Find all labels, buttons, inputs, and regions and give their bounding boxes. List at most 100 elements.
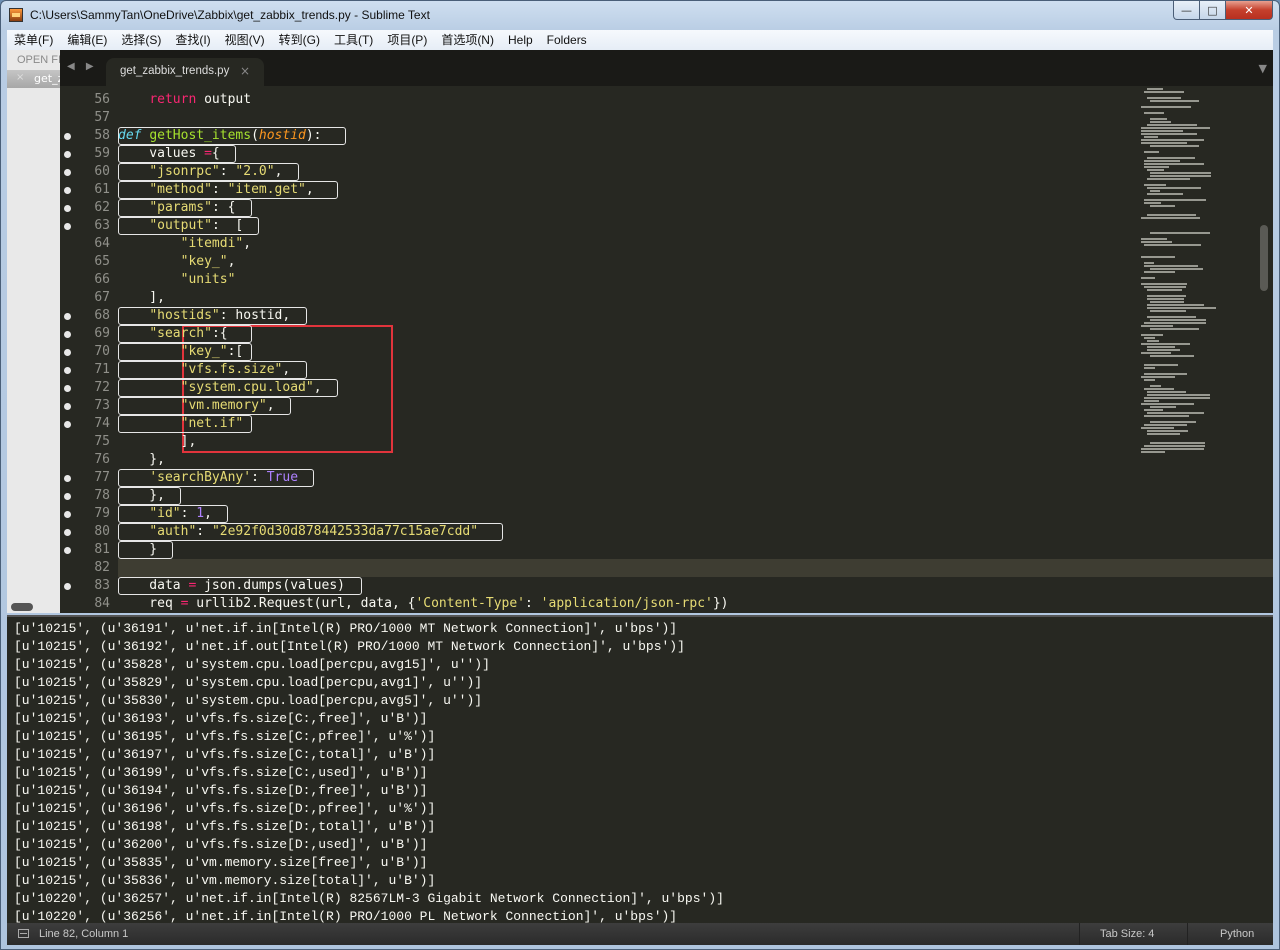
maximize-button[interactable]: □ <box>1200 1 1226 20</box>
modified-line-dot-icon <box>64 403 71 410</box>
tab-close-icon[interactable]: × <box>240 64 250 78</box>
syntax-selector[interactable]: Python <box>1187 923 1254 945</box>
panel-toggle-icon[interactable] <box>18 929 29 938</box>
bracket-match-box <box>118 199 252 217</box>
minimap-line <box>1147 298 1184 300</box>
code-line[interactable]: return output <box>118 91 251 109</box>
line-number: 78 <box>94 488 110 503</box>
minimap-line <box>1144 160 1180 162</box>
minimap-line <box>1144 184 1166 186</box>
modified-line-dot-icon <box>64 475 71 482</box>
modified-line-dot-icon <box>64 331 71 338</box>
menu-find[interactable]: 查找(I) <box>168 30 217 50</box>
menu-edit[interactable]: 编辑(E) <box>60 30 114 50</box>
modified-line-dot-icon <box>64 385 71 392</box>
console-line: [u'10215', (u'36194', u'vfs.fs.size[D:,f… <box>14 783 428 798</box>
minimize-button[interactable]: — <box>1173 1 1200 20</box>
minimap-line <box>1147 349 1180 351</box>
menu-bar: 菜单(F) 编辑(E) 选择(S) 查找(I) 视图(V) 转到(G) 工具(T… <box>7 30 1273 50</box>
minimap-line <box>1150 121 1171 123</box>
line-number: 57 <box>94 110 110 125</box>
menu-help[interactable]: Help <box>501 30 540 50</box>
minimap-line <box>1144 367 1155 369</box>
tab-dropdown-icon[interactable]: ▼ <box>1259 62 1267 75</box>
minimap-line <box>1141 127 1210 129</box>
sidebar-file-item[interactable]: × get_zabbix_trends.py <box>7 70 60 88</box>
tab-get-zabbix-trends[interactable]: get_zabbix_trends.py × <box>106 58 264 86</box>
code-line[interactable]: "key_", <box>118 253 236 271</box>
minimap-line <box>1144 424 1187 426</box>
sidebar-scrollbar[interactable] <box>11 603 33 611</box>
minimap-line <box>1150 355 1194 357</box>
minimap-line <box>1141 277 1155 279</box>
menu-tools[interactable]: 工具(T) <box>327 30 380 50</box>
line-number: 79 <box>94 506 110 521</box>
console-line: [u'10215', (u'35829', u'system.cpu.load[… <box>14 675 483 690</box>
minimap-line <box>1144 400 1159 402</box>
line-number: 81 <box>94 542 110 557</box>
line-number: 73 <box>94 398 110 413</box>
minimap-line <box>1147 124 1197 126</box>
code-line[interactable]: }, <box>118 451 165 469</box>
modified-line-dot-icon <box>64 133 71 140</box>
menu-goto[interactable]: 转到(G) <box>272 30 327 50</box>
bracket-match-box <box>118 181 338 199</box>
menu-selection[interactable]: 选择(S) <box>114 30 168 50</box>
tab-label: get_zabbix_trends.py <box>120 65 230 77</box>
line-number: 83 <box>94 578 110 593</box>
menu-view[interactable]: 视图(V) <box>218 30 272 50</box>
menu-preferences[interactable]: 首选项(N) <box>434 30 501 50</box>
minimap-line <box>1147 295 1186 297</box>
close-button[interactable]: ✕ <box>1226 1 1273 20</box>
line-number: 70 <box>94 344 110 359</box>
console-output-panel[interactable]: [u'10215', (u'36191', u'net.if.in[Intel(… <box>7 615 1273 923</box>
bracket-match-box <box>118 541 173 559</box>
bracket-match-box <box>118 163 299 181</box>
minimap-line <box>1141 217 1200 219</box>
modified-line-dot-icon <box>64 421 71 428</box>
code-area[interactable]: return output def getHost_items(hostid): … <box>118 86 1198 613</box>
line-number: 68 <box>94 308 110 323</box>
code-line[interactable]: "units" <box>118 271 236 289</box>
minimap-line <box>1144 91 1184 93</box>
minimap-line <box>1144 262 1154 264</box>
minimap-line <box>1144 202 1161 204</box>
minimap-line <box>1150 328 1199 330</box>
line-number: 80 <box>94 524 110 539</box>
minimap-line <box>1141 427 1174 429</box>
code-line[interactable]: ], <box>118 433 197 451</box>
minimap-line <box>1147 430 1188 432</box>
line-number: 72 <box>94 380 110 395</box>
sidebar-file-name: get_zabbix_trends.py <box>34 72 60 85</box>
menu-folders[interactable]: Folders <box>540 30 594 50</box>
code-line[interactable]: req = urllib2.Request(url, data, {'Conte… <box>118 595 728 613</box>
minimap-line <box>1147 157 1195 159</box>
minimap-line <box>1141 130 1183 132</box>
console-line: [u'10215', (u'36200', u'vfs.fs.size[D:,u… <box>14 837 428 852</box>
minimap-line <box>1144 286 1186 288</box>
bracket-match-box <box>118 469 314 487</box>
close-file-icon[interactable]: × <box>16 72 24 83</box>
modified-line-dot-icon <box>64 349 71 356</box>
minimap-line <box>1150 301 1184 303</box>
minimap-line <box>1141 403 1194 405</box>
minimap-line <box>1141 133 1197 135</box>
minimap-line <box>1147 346 1175 348</box>
tab-nav-arrows-icon[interactable]: ◀ ▶ <box>67 61 98 72</box>
line-number: 74 <box>94 416 110 431</box>
menu-project[interactable]: 项目(P) <box>380 30 434 50</box>
minimap[interactable] <box>1138 86 1258 613</box>
modified-line-dot-icon <box>64 547 71 554</box>
code-line[interactable]: ], <box>118 289 165 307</box>
tab-size-selector[interactable]: Tab Size: 4 <box>1079 923 1154 945</box>
bracket-match-box <box>118 361 307 379</box>
sublime-window: C:\Users\SammyTan\OneDrive\Zabbix\get_za… <box>0 0 1280 950</box>
menu-file[interactable]: 菜单(F) <box>7 30 60 50</box>
window-title: C:\Users\SammyTan\OneDrive\Zabbix\get_za… <box>30 8 430 22</box>
bracket-match-box <box>118 307 307 325</box>
code-line[interactable]: "itemdi", <box>118 235 251 253</box>
minimap-line <box>1147 307 1216 309</box>
editor-scrollbar-thumb[interactable] <box>1260 225 1268 291</box>
open-files-header: OPEN FILES <box>17 54 60 66</box>
line-number: 71 <box>94 362 110 377</box>
